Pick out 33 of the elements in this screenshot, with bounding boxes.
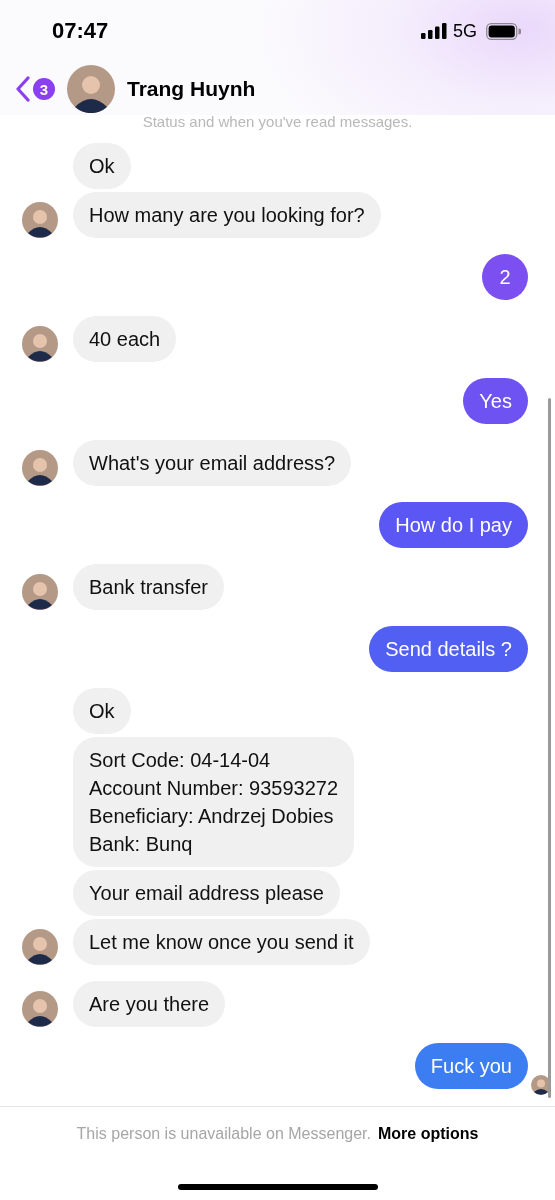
message-bubble: How many are you looking for? xyxy=(73,192,381,238)
message-bubble: Your email address please xyxy=(73,870,340,916)
message-bubble: Ok xyxy=(73,688,131,734)
message-bubble: What's your email address? xyxy=(73,440,352,486)
more-options-link[interactable]: More options xyxy=(377,1125,479,1143)
message-bubble: Ok xyxy=(73,143,131,189)
message-bubble: 40 each xyxy=(73,316,177,362)
message-bubble: Bank transfer xyxy=(73,564,224,610)
status-time: 07:47 xyxy=(52,18,109,44)
message-bubble: 2 xyxy=(482,254,528,300)
back-icon xyxy=(16,76,30,102)
network-label: 5G xyxy=(453,20,477,42)
message-bubble: Sort Code: 04-14-04 Account Number: 93593272 Beneficiary: Andrzej Dobies Bank: Bunq xyxy=(73,737,355,867)
battery-icon xyxy=(486,22,521,40)
avatar xyxy=(22,991,58,1027)
back-button[interactable]: 3 xyxy=(16,76,55,102)
message-bubble: Yes xyxy=(463,378,528,424)
unavailable-text: This person is unavailable on Messenger. xyxy=(76,1125,371,1143)
avatar xyxy=(22,929,58,965)
message-bubble: Fuck you xyxy=(414,1043,528,1089)
signal-icon xyxy=(421,23,447,39)
message-bubble: Send details ? xyxy=(369,626,528,672)
message-bubble: Let me know once you send it xyxy=(73,919,370,965)
message-bubble: How do I pay xyxy=(379,502,528,548)
contact-name[interactable]: Trang Huynh xyxy=(127,77,256,101)
notice-text: Status and when you've read messages. xyxy=(141,113,414,132)
avatar xyxy=(22,202,58,238)
message-bubble: Are you there xyxy=(73,981,226,1027)
unread-badge: 3 xyxy=(33,78,55,100)
avatar[interactable] xyxy=(67,65,115,113)
avatar xyxy=(22,450,58,486)
avatar xyxy=(22,574,58,610)
avatar xyxy=(22,326,58,362)
